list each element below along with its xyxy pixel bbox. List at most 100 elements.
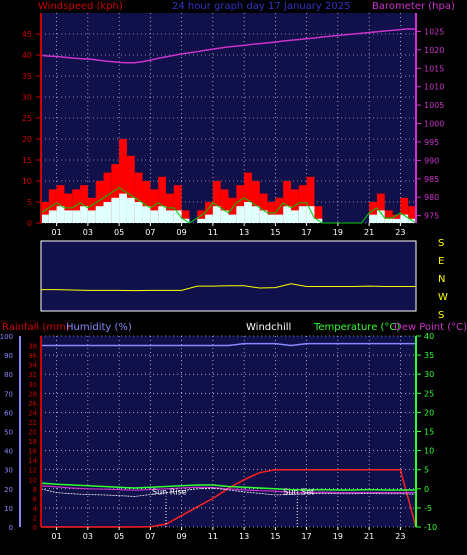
baro-tick-1025: 1025 (424, 27, 444, 36)
hum-tick-2: 2 (33, 514, 37, 522)
rain-tick-80: 80 (4, 371, 13, 379)
baro-tick-1015: 1015 (424, 64, 444, 73)
x-tick-label-11: 11 (208, 228, 218, 237)
avg-bar-33 (298, 206, 307, 223)
avg-bar-5 (80, 206, 88, 223)
wind-tick-0: 0 (27, 219, 32, 228)
avg-bar-22 (212, 206, 221, 223)
weather-graph: Windspeed (kph) 24 hour graph day 17 Jan… (0, 1, 467, 541)
compass-labels: SENWS (438, 238, 448, 321)
temp-tick-35: 35 (424, 351, 434, 360)
avg-bar-9 (111, 197, 120, 223)
x-tick-label-13: 13 (239, 228, 249, 237)
baro-tick-975: 975 (424, 212, 439, 221)
rainfall-axis: 0 10 20 30 40 50 60 70 80 90 100 (0, 333, 13, 532)
rainfall-axis-title: Rainfall (mm) (2, 322, 70, 333)
hum-tick-18: 18 (28, 438, 37, 446)
wind-tick-45: 45 (22, 30, 32, 39)
sunset-label: Sun Set (283, 488, 314, 497)
avg-bar-32 (291, 210, 299, 223)
rain-tick-30: 30 (4, 467, 13, 475)
wind-tick-35: 35 (22, 72, 32, 81)
barometer-axis-title: Barometer (hpa) (372, 1, 455, 12)
wind-tick-25: 25 (22, 114, 32, 123)
hum-tick-14: 14 (28, 457, 37, 465)
temp-tick--10: -10 (424, 523, 437, 532)
temp-tick-25: 25 (424, 389, 434, 398)
avg-bar-42 (369, 214, 377, 223)
avg-bar-34 (306, 206, 315, 223)
wind-tick-40: 40 (22, 51, 32, 60)
avg-bar-0 (41, 214, 49, 223)
avg-bar-12 (134, 202, 143, 223)
x-tick-label-15: 15 (270, 228, 280, 237)
compass-w-3: W (438, 292, 448, 303)
avg-bar-2 (56, 206, 65, 223)
baro-tick-1005: 1005 (424, 101, 444, 110)
rain-tick-40: 40 (4, 448, 13, 456)
graph-title: 24 hour graph day 17 January 2025 (172, 1, 350, 12)
hum-tick-4: 4 (33, 505, 38, 513)
x-tick-label-21: 21 (364, 532, 374, 541)
hum-tick-26: 26 (28, 400, 37, 408)
hum-tick-36: 36 (28, 352, 37, 360)
avg-bar-4 (72, 210, 81, 223)
windspeed-axis-title: Windspeed (kph) (38, 1, 123, 12)
wind-tick-30: 30 (22, 93, 32, 102)
baro-tick-995: 995 (424, 138, 439, 147)
temp-tick-40: 40 (424, 332, 434, 341)
x-tick-label-07: 07 (145, 532, 155, 541)
hum-tick-32: 32 (28, 371, 37, 379)
hum-tick-0: 0 (33, 524, 37, 532)
avg-bar-31 (283, 206, 291, 223)
avg-bar-8 (103, 202, 112, 223)
hum-tick-8: 8 (33, 486, 37, 494)
hum-tick-24: 24 (28, 409, 37, 417)
temp-time-axis: 01 03 05 07 09 11 13 15 17 19 21 23 (52, 527, 405, 541)
avg-bar-20 (197, 218, 206, 223)
baro-tick-990: 990 (424, 156, 439, 165)
hum-tick-12: 12 (28, 467, 37, 475)
avg-bar-21 (205, 214, 213, 223)
x-tick-label-03: 03 (83, 228, 93, 237)
hum-tick-28: 28 (28, 390, 37, 398)
avg-bar-10 (119, 193, 127, 223)
avg-bar-27 (251, 206, 260, 223)
avg-bar-6 (87, 210, 96, 223)
avg-bar-30 (275, 214, 284, 223)
x-tick-label-05: 05 (114, 532, 124, 541)
compass-n-2: N (438, 274, 445, 285)
x-tick-label-03: 03 (83, 532, 93, 541)
temp-tick-30: 30 (424, 370, 434, 379)
hum-tick-6: 6 (33, 495, 38, 503)
windspeed-axis: 0 5 10 15 20 25 30 35 40 45 (22, 30, 41, 228)
hum-tick-38: 38 (28, 343, 37, 351)
avg-bar-3 (64, 210, 73, 223)
avg-bar-16 (166, 210, 174, 223)
avg-bar-15 (158, 206, 166, 223)
avg-bar-7 (95, 206, 104, 223)
humidity-axis: 02468101214161820222426283032343638 (28, 343, 37, 532)
x-tick-label-23: 23 (395, 228, 405, 237)
temp-tick-15: 15 (424, 428, 434, 437)
wind-time-axis: 01 03 05 07 09 11 13 15 17 19 21 23 (52, 223, 405, 237)
windchill-label: Windchill (246, 322, 291, 333)
wind-tick-15: 15 (22, 156, 32, 165)
compass-s-0: S (438, 238, 444, 249)
wind-tick-10: 10 (22, 177, 32, 186)
hum-tick-22: 22 (28, 419, 37, 427)
temp-tick-10: 10 (424, 447, 434, 456)
hum-tick-16: 16 (28, 448, 37, 456)
avg-bar-24 (228, 214, 237, 223)
temp-tick-0: 0 (424, 485, 429, 494)
x-tick-label-17: 17 (302, 228, 312, 237)
x-tick-label-05: 05 (114, 228, 124, 237)
baro-tick-985: 985 (424, 175, 439, 184)
hum-tick-30: 30 (28, 381, 37, 389)
x-tick-label-01: 01 (52, 532, 62, 541)
x-tick-label-21: 21 (364, 228, 374, 237)
avg-bar-1 (48, 210, 57, 223)
x-tick-label-11: 11 (208, 532, 218, 541)
avg-bar-11 (126, 197, 135, 223)
compass-s-4: S (438, 310, 444, 321)
